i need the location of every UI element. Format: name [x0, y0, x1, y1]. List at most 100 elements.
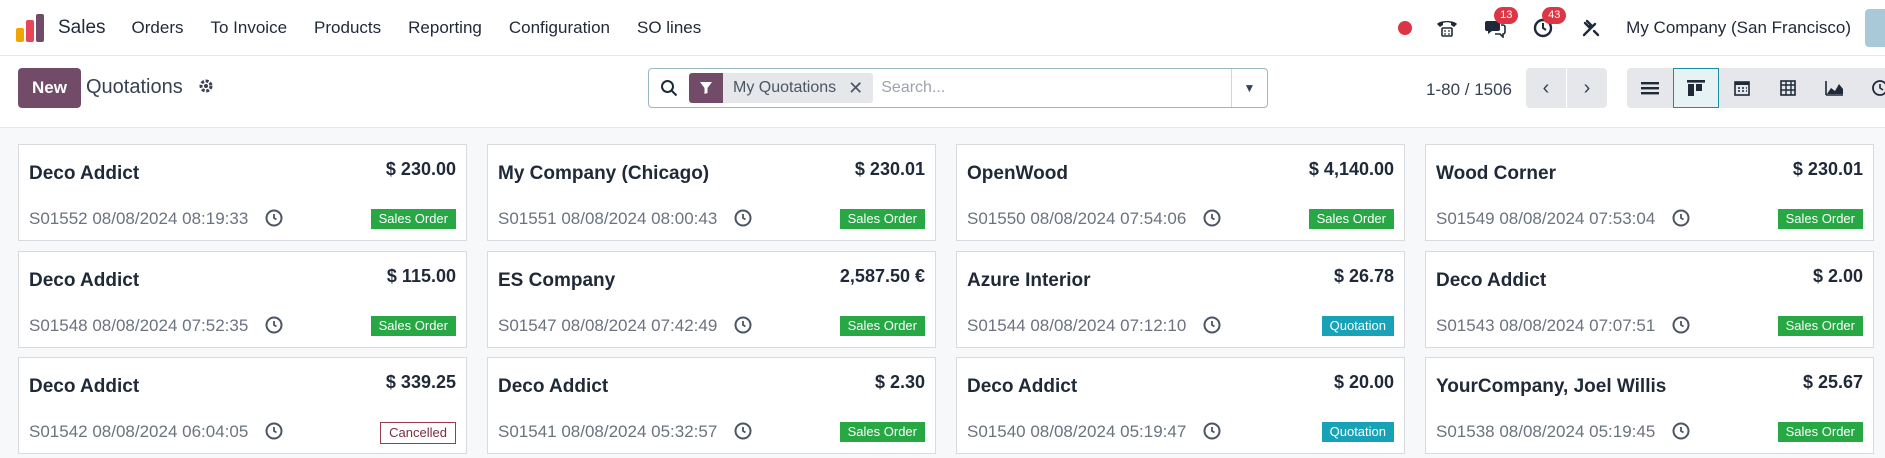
kanban-card[interactable]: ES Company 2,587.50 € S01547 08/08/2024 07… — [487, 251, 936, 348]
order-reference: S01551 08/08/2024 08:00:43 — [498, 209, 718, 228]
kanban-card[interactable]: Deco Addict $ 2.30 S01541 08/08/2024 05:32… — [487, 357, 936, 454]
customer-name: YourCompany, Joel Willis — [1436, 376, 1667, 397]
kanban-card[interactable]: YourCompany, Joel Willis $ 25.67 S01538 08… — [1425, 357, 1874, 454]
tools-icon[interactable] — [1578, 15, 1604, 41]
menu-configuration[interactable]: Configuration — [509, 18, 610, 38]
order-amount: $ 115.00 — [386, 266, 456, 286]
pager-value[interactable]: 1-80 / 1506 — [1426, 80, 1512, 100]
order-amount: $ 230.01 — [1792, 159, 1863, 179]
activity-clock-icon[interactable] — [264, 208, 284, 228]
order-amount: $ 4,140.00 — [1308, 159, 1394, 179]
customer-name: My Company (Chicago) — [498, 163, 710, 184]
status-badge: Sales Order — [839, 422, 925, 442]
menu-products[interactable]: Products — [314, 18, 381, 38]
pivot-view-icon[interactable] — [1765, 68, 1811, 108]
menu-so-lines[interactable]: SO lines — [637, 18, 701, 38]
status-badge: Sales Order — [370, 316, 456, 336]
order-amount: $ 26.78 — [1333, 266, 1394, 286]
status-badge: Sales Order — [370, 209, 456, 229]
activity-clock-icon[interactable] — [1202, 421, 1222, 441]
order-reference: S01538 08/08/2024 05:19:45 — [1436, 422, 1656, 441]
customer-name: Deco Addict — [29, 376, 140, 397]
kanban-card[interactable]: Deco Addict $ 2.00 S01543 08/08/2024 07:07… — [1425, 251, 1874, 348]
messages-icon[interactable]: 13 — [1482, 7, 1519, 41]
order-amount: 2,587.50 € — [839, 266, 925, 286]
activity-clock-icon[interactable] — [733, 315, 753, 335]
presence-status-icon[interactable] — [1398, 21, 1413, 35]
activity-clock-icon[interactable] — [264, 315, 284, 335]
order-amount: $ 230.00 — [385, 159, 456, 179]
order-amount: $ 230.01 — [854, 159, 925, 179]
customer-name: Deco Addict — [29, 163, 140, 184]
activity-clock-icon[interactable] — [264, 421, 284, 441]
kanban-view-icon[interactable] — [1673, 68, 1719, 108]
phone-icon[interactable] — [1434, 15, 1460, 41]
page-title: Quotations — [86, 76, 183, 98]
pager-next-chevron-right-icon[interactable]: › — [1567, 68, 1607, 108]
customer-name: Wood Corner — [1436, 163, 1556, 184]
kanban-card[interactable]: Deco Addict $ 339.25 S01542 08/08/2024 06:… — [18, 357, 467, 454]
graph-view-icon[interactable] — [1811, 68, 1857, 108]
activity-view-clock-icon[interactable] — [1857, 68, 1885, 108]
search-icon — [649, 79, 689, 97]
order-reference: S01540 08/08/2024 05:19:47 — [967, 422, 1187, 441]
activity-clock-icon[interactable] — [1671, 208, 1691, 228]
company-switcher[interactable]: My Company (San Francisco) — [1626, 18, 1851, 38]
activities-clock-icon[interactable]: 43 — [1530, 7, 1567, 41]
pager-previous-chevron-left-icon[interactable]: ‹ — [1526, 68, 1566, 108]
kanban-card[interactable]: Deco Addict $ 115.00 S01548 08/08/2024 07:… — [18, 251, 467, 348]
gear-icon[interactable] — [198, 78, 214, 99]
status-badge: Sales Order — [1777, 316, 1863, 336]
top-navbar: Sales Orders To Invoice Products Reporti… — [0, 0, 1885, 56]
order-reference: S01552 08/08/2024 08:19:33 — [29, 209, 249, 228]
status-badge: Sales Order — [1777, 209, 1863, 229]
sales-app-logo-icon[interactable] — [16, 13, 46, 42]
remove-facet-icon[interactable]: ✕ — [846, 78, 873, 99]
order-reference: S01547 08/08/2024 07:42:49 — [498, 316, 718, 335]
messages-badge: 13 — [1494, 7, 1519, 24]
kanban-card[interactable]: Deco Addict $ 230.00 S01552 08/08/2024 08:… — [18, 144, 467, 241]
customer-name: Deco Addict — [29, 270, 140, 291]
app-name[interactable]: Sales — [58, 17, 106, 39]
kanban-card[interactable]: My Company (Chicago) $ 230.01 S01551 08/08… — [487, 144, 936, 241]
control-panel: New Quotations My Quotations ✕ ▼ 1-80 / … — [0, 56, 1885, 128]
search-options-chevron-down-icon[interactable]: ▼ — [1231, 69, 1267, 107]
order-reference: S01543 08/08/2024 07:07:51 — [1436, 316, 1656, 335]
order-reference: S01548 08/08/2024 07:52:35 — [29, 316, 249, 335]
activity-clock-icon[interactable] — [1202, 208, 1222, 228]
kanban-card[interactable]: Wood Corner $ 230.01 S01549 08/08/2024 07:… — [1425, 144, 1874, 241]
customer-name: OpenWood — [967, 163, 1068, 184]
activity-clock-icon[interactable] — [1671, 421, 1691, 441]
activity-clock-icon[interactable] — [1202, 315, 1222, 335]
status-badge: Sales Order — [1777, 422, 1863, 442]
status-badge: Sales Order — [839, 209, 925, 229]
status-badge: Quotation — [1321, 422, 1394, 442]
filter-icon — [689, 73, 723, 103]
list-view-icon[interactable] — [1627, 68, 1673, 108]
menu-orders[interactable]: Orders — [132, 18, 184, 38]
order-reference: S01542 08/08/2024 06:04:05 — [29, 422, 249, 441]
order-reference: S01550 08/08/2024 07:54:06 — [967, 209, 1187, 228]
menu-reporting[interactable]: Reporting — [408, 18, 482, 38]
order-reference: S01549 08/08/2024 07:53:04 — [1436, 209, 1656, 228]
user-avatar[interactable] — [1865, 9, 1885, 47]
calendar-view-icon[interactable] — [1719, 68, 1765, 108]
search-bar: My Quotations ✕ ▼ — [648, 68, 1268, 108]
new-button[interactable]: New — [18, 68, 81, 108]
search-input[interactable] — [873, 73, 1231, 103]
kanban-card[interactable]: OpenWood $ 4,140.00 S01550 08/08/2024 07:5… — [956, 144, 1405, 241]
facet-label: My Quotations — [733, 79, 837, 96]
view-switcher — [1627, 68, 1885, 108]
activity-clock-icon[interactable] — [733, 208, 753, 228]
filter-facet: My Quotations ✕ — [689, 73, 874, 103]
activity-clock-icon[interactable] — [1671, 315, 1691, 335]
order-reference: S01541 08/08/2024 05:32:57 — [498, 422, 718, 441]
activities-badge: 43 — [1542, 7, 1567, 24]
customer-name: Deco Addict — [498, 376, 609, 397]
menu-to-invoice[interactable]: To Invoice — [211, 18, 288, 38]
activity-clock-icon[interactable] — [733, 421, 753, 441]
kanban-card[interactable]: Deco Addict $ 20.00 S01540 08/08/2024 05:1… — [956, 357, 1405, 454]
kanban-card[interactable]: Azure Interior $ 26.78 S01544 08/08/2024 0… — [956, 251, 1405, 348]
order-amount: $ 25.67 — [1802, 372, 1863, 392]
order-amount: $ 339.25 — [385, 372, 456, 392]
